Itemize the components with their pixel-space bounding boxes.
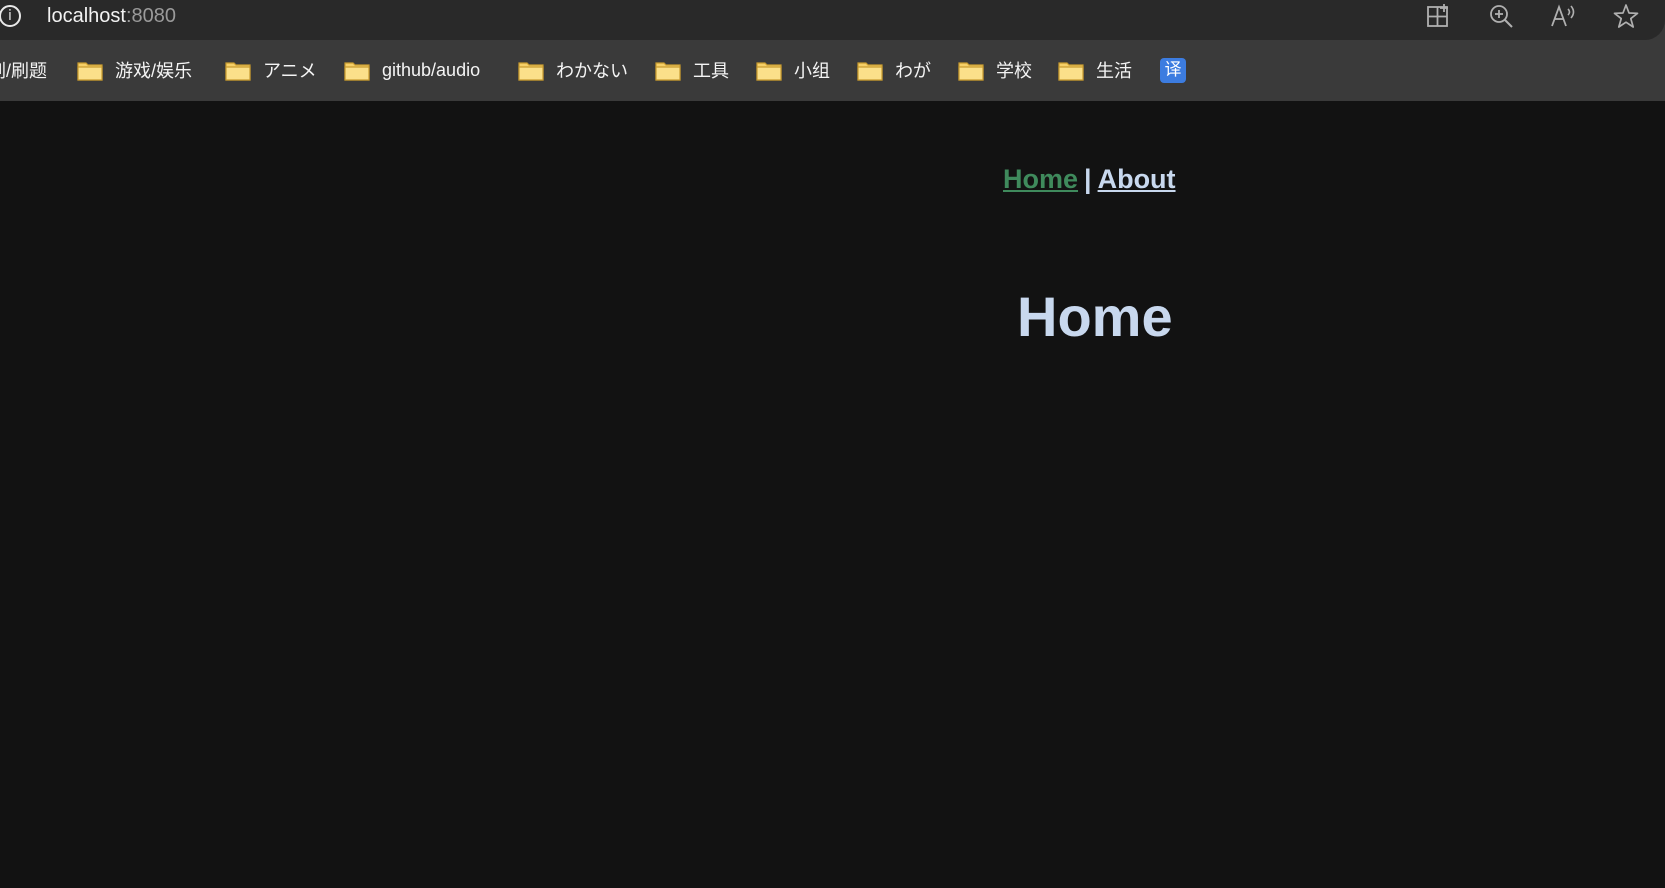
bookmark-label: 工具	[693, 61, 729, 81]
bookmark-label: 小组	[794, 61, 830, 81]
page-content: Home | About Home	[0, 101, 1665, 888]
bookmark-label: アニメ	[263, 61, 317, 81]
browser-chrome: i localhost:8080 刷/刷题 游戏/娱乐 アニメ github/a	[0, 0, 1665, 101]
address-bar[interactable]: i localhost:8080	[0, 0, 1665, 40]
bookmark-label: github/audio	[382, 59, 481, 80]
folder-icon	[77, 62, 103, 81]
bookmark-folder-9[interactable]: 学校	[958, 52, 1032, 88]
bookmark-folder-5[interactable]: わかない	[518, 52, 628, 88]
nav-about-link[interactable]: About	[1098, 164, 1176, 194]
folder-icon	[756, 62, 782, 81]
bookmark-label: 刷/刷题	[0, 61, 48, 81]
folder-icon	[857, 62, 883, 81]
nav-separator: |	[1084, 164, 1092, 194]
bookmark-folder-8[interactable]: わが	[857, 52, 931, 88]
bookmark-folder-6[interactable]: 工具	[655, 52, 729, 88]
bookmark-folder-1[interactable]: 刷/刷题	[0, 52, 47, 88]
bookmarks-bar: 刷/刷题 游戏/娱乐 アニメ github/audio わかない 工具 小组	[0, 52, 1665, 88]
split-screen-icon[interactable]	[1425, 3, 1451, 29]
url-host: localhost	[47, 5, 126, 27]
folder-icon	[958, 62, 984, 81]
folder-icon	[344, 62, 370, 81]
nav-home-link[interactable]: Home	[1003, 164, 1078, 194]
zoom-icon[interactable]	[1488, 3, 1514, 29]
bookmark-folder-2[interactable]: 游戏/娱乐	[77, 52, 192, 88]
folder-icon	[1058, 62, 1084, 81]
bookmark-folder-7[interactable]: 小组	[756, 52, 830, 88]
folder-icon	[655, 62, 681, 81]
site-info-icon[interactable]: i	[0, 5, 21, 27]
folder-icon	[518, 62, 544, 81]
bookmark-label: 学校	[996, 61, 1032, 81]
bookmark-folder-3[interactable]: アニメ	[225, 52, 317, 88]
page-title: Home	[1017, 285, 1173, 348]
bookmark-label: 游戏/娱乐	[115, 61, 193, 81]
url-text[interactable]: localhost:8080	[47, 3, 176, 29]
read-aloud-icon[interactable]	[1550, 3, 1576, 29]
url-port: :8080	[125, 5, 176, 27]
main-nav: Home | About	[1003, 164, 1176, 195]
translate-icon[interactable]: 译	[1160, 58, 1186, 83]
bookmark-folder-4[interactable]: github/audio	[344, 52, 480, 88]
favorite-star-icon[interactable]	[1613, 3, 1639, 29]
bookmark-folder-10[interactable]: 生活	[1058, 52, 1132, 88]
bookmark-label: 生活	[1096, 61, 1132, 81]
folder-icon	[225, 62, 251, 81]
bookmark-label: わかない	[556, 61, 628, 81]
bookmark-label: わが	[895, 61, 931, 81]
